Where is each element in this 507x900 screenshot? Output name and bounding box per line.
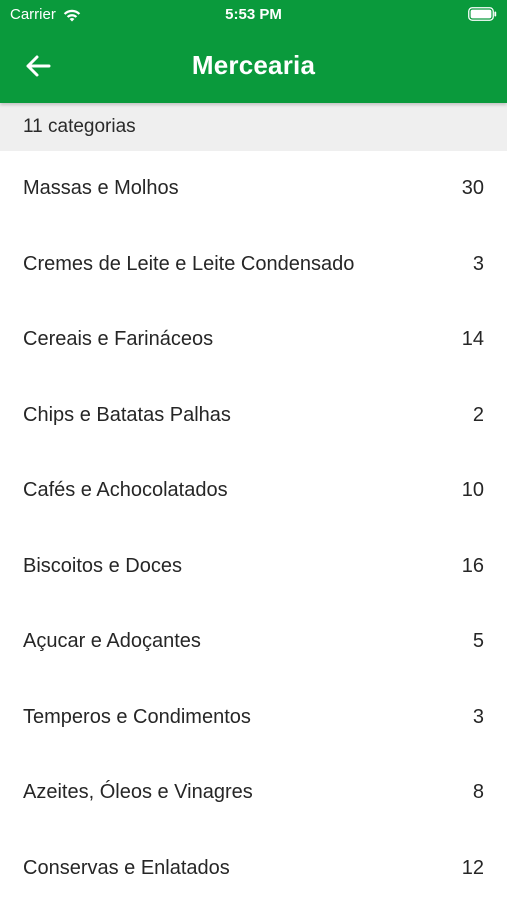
category-row[interactable]: Açucar e Adoçantes 5 bbox=[0, 604, 507, 680]
category-count: 12 bbox=[461, 856, 484, 879]
category-count-header: 11 categorias bbox=[0, 103, 507, 151]
category-label: Cereais e Farináceos bbox=[23, 328, 214, 351]
category-list: Massas e Molhos 30 Cremes de Leite e Lei… bbox=[0, 151, 507, 900]
nav-bar: Mercearia bbox=[0, 30, 507, 103]
category-row[interactable]: Cereais e Farináceos 14 bbox=[0, 302, 507, 378]
page-title: Mercearia bbox=[191, 50, 316, 80]
category-label: Temperos e Condimentos bbox=[23, 705, 251, 728]
category-count: 8 bbox=[472, 781, 484, 804]
status-bar: Carrier 5:53 PM bbox=[0, 0, 507, 30]
category-row[interactable]: Chips e Batatas Palhas 2 bbox=[0, 378, 507, 454]
category-count: 30 bbox=[461, 177, 484, 200]
app-screen: Carrier 5:53 PM Mercearia 11 categorias … bbox=[0, 0, 507, 900]
category-row[interactable]: Cafés e Achocolatados 10 bbox=[0, 453, 507, 529]
category-count-label: 11 categorias bbox=[23, 116, 136, 137]
category-count: 3 bbox=[472, 252, 484, 275]
category-label: Biscoitos e Doces bbox=[23, 554, 182, 577]
battery-icon bbox=[468, 7, 497, 21]
category-label: Açucar e Adoçantes bbox=[23, 630, 201, 653]
category-row[interactable]: Temperos e Condimentos 3 bbox=[0, 680, 507, 756]
category-count: 10 bbox=[461, 479, 484, 502]
category-label: Azeites, Óleos e Vinagres bbox=[23, 781, 253, 804]
category-count: 5 bbox=[472, 630, 484, 653]
category-row[interactable]: Massas e Molhos 30 bbox=[0, 151, 507, 227]
category-label: Conservas e Enlatados bbox=[23, 856, 230, 879]
category-label: Cafés e Achocolatados bbox=[23, 479, 228, 502]
category-label: Chips e Batatas Palhas bbox=[23, 403, 231, 426]
category-count: 16 bbox=[461, 554, 484, 577]
category-row[interactable]: Conservas e Enlatados 12 bbox=[0, 831, 507, 900]
category-row[interactable]: Azeites, Óleos e Vinagres 8 bbox=[0, 755, 507, 831]
category-label: Massas e Molhos bbox=[23, 177, 179, 200]
status-time: 5:53 PM bbox=[225, 6, 282, 23]
category-count: 2 bbox=[472, 403, 484, 426]
category-row[interactable]: Cremes de Leite e Leite Condensado 3 bbox=[0, 227, 507, 303]
app-header: Carrier 5:53 PM Mercearia bbox=[0, 0, 507, 103]
category-count: 3 bbox=[472, 705, 484, 728]
category-count: 14 bbox=[461, 328, 484, 351]
category-label: Cremes de Leite e Leite Condensado bbox=[23, 252, 355, 275]
category-row[interactable]: Biscoitos e Doces 16 bbox=[0, 529, 507, 605]
